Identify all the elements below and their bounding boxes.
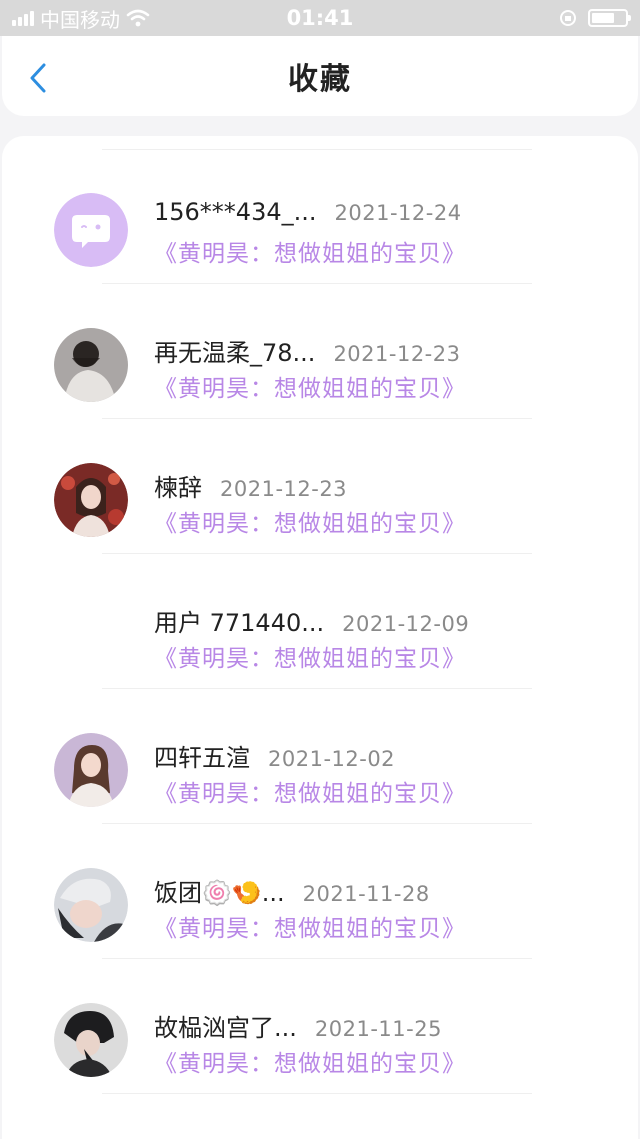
user-name: 156***434_... — [154, 198, 317, 226]
work-title[interactable]: 《黄明昊：想做姐姐的宝贝》 — [154, 504, 466, 538]
work-title[interactable]: 《黄明昊：想做姐姐的宝贝》 — [154, 639, 466, 673]
list-item[interactable]: 再无温柔_78... 2021-12-23 《黄明昊：想做姐姐的宝贝》 — [2, 271, 638, 419]
wifi-icon — [126, 9, 150, 27]
work-title[interactable]: 《黄明昊：想做姐姐的宝贝》 — [154, 1044, 466, 1078]
work-title[interactable]: 《黄明昊：想做姐姐的宝贝》 — [154, 774, 466, 808]
default-chat-avatar-icon — [54, 193, 128, 267]
item-header: 四轩五渲 2021-12-02 — [154, 738, 395, 773]
status-bar-left: 中国移动 — [12, 4, 150, 33]
user-avatar-photo — [54, 733, 128, 807]
user-name: 楝辞 — [154, 474, 202, 502]
user-avatar-photo — [54, 868, 128, 942]
divider — [102, 1093, 532, 1094]
avatar — [54, 598, 128, 672]
work-title[interactable]: 《黄明昊：想做姐姐的宝贝》 — [154, 234, 466, 268]
avatar — [54, 733, 128, 807]
user-name: 再无温柔_78... — [154, 339, 316, 367]
user-name: 四轩五渲 — [154, 744, 250, 772]
status-bar-right — [558, 8, 631, 28]
item-date: 2021-12-24 — [334, 201, 462, 225]
user-avatar-photo — [54, 1003, 128, 1077]
item-date: 2021-12-02 — [268, 747, 396, 771]
chevron-left-icon — [30, 63, 46, 93]
item-date: 2021-12-23 — [220, 477, 348, 501]
item-date: 2021-11-25 — [314, 1017, 442, 1041]
signal-icon — [12, 10, 34, 26]
list-item[interactable]: 楝辞 2021-12-23 《黄明昊：想做姐姐的宝贝》 — [2, 406, 638, 554]
avatar — [54, 463, 128, 537]
battery-icon — [588, 9, 631, 27]
carrier-label: 中国移动 — [40, 7, 120, 32]
item-header: 饭团🍥🍤... 2021-11-28 — [154, 873, 430, 908]
page-title: 收藏 — [288, 62, 352, 97]
nav-bar: 收藏 — [2, 36, 638, 116]
item-header: 156***434_... 2021-12-24 — [154, 198, 462, 226]
list-item[interactable]: 故榀汹宫了... 2021-11-25 《黄明昊：想做姐姐的宝贝》 — [2, 946, 638, 1094]
item-header: 再无温柔_78... 2021-12-23 — [154, 333, 460, 368]
user-name: 用户 771440... — [154, 609, 325, 637]
user-name: 故榀汹宫了... — [154, 1014, 297, 1042]
work-title[interactable]: 《黄明昊：想做姐姐的宝贝》 — [154, 909, 466, 943]
user-avatar-photo — [54, 463, 128, 537]
avatar — [54, 328, 128, 402]
avatar — [54, 868, 128, 942]
list-item[interactable]: 156***434_... 2021-12-24 《黄明昊：想做姐姐的宝贝》 — [2, 136, 638, 284]
list-item[interactable]: 用户 771440... 2021-12-09 《黄明昊：想做姐姐的宝贝》 — [2, 541, 638, 689]
back-button[interactable] — [20, 60, 56, 96]
work-title[interactable]: 《黄明昊：想做姐姐的宝贝》 — [154, 369, 466, 403]
item-header: 用户 771440... 2021-12-09 — [154, 603, 469, 638]
list-item[interactable]: 四轩五渲 2021-12-02 《黄明昊：想做姐姐的宝贝》 — [2, 676, 638, 824]
avatar — [54, 193, 128, 267]
list-item[interactable]: 饭团🍥🍤... 2021-11-28 《黄明昊：想做姐姐的宝贝》 — [2, 811, 638, 959]
item-date: 2021-12-23 — [333, 342, 461, 366]
favorites-list: 156***434_... 2021-12-24 《黄明昊：想做姐姐的宝贝》 再… — [2, 136, 638, 1139]
item-date: 2021-12-09 — [342, 612, 470, 636]
item-header: 故榀汹宫了... 2021-11-25 — [154, 1008, 442, 1043]
user-avatar-photo — [54, 328, 128, 402]
status-bar: 中国移动 01:41 — [0, 0, 640, 36]
item-date: 2021-11-28 — [302, 882, 430, 906]
orientation-lock-icon — [560, 10, 576, 26]
item-header: 楝辞 2021-12-23 — [154, 468, 347, 503]
avatar — [54, 1003, 128, 1077]
battery-fill — [592, 13, 614, 23]
user-name: 饭团🍥🍤... — [154, 879, 285, 907]
